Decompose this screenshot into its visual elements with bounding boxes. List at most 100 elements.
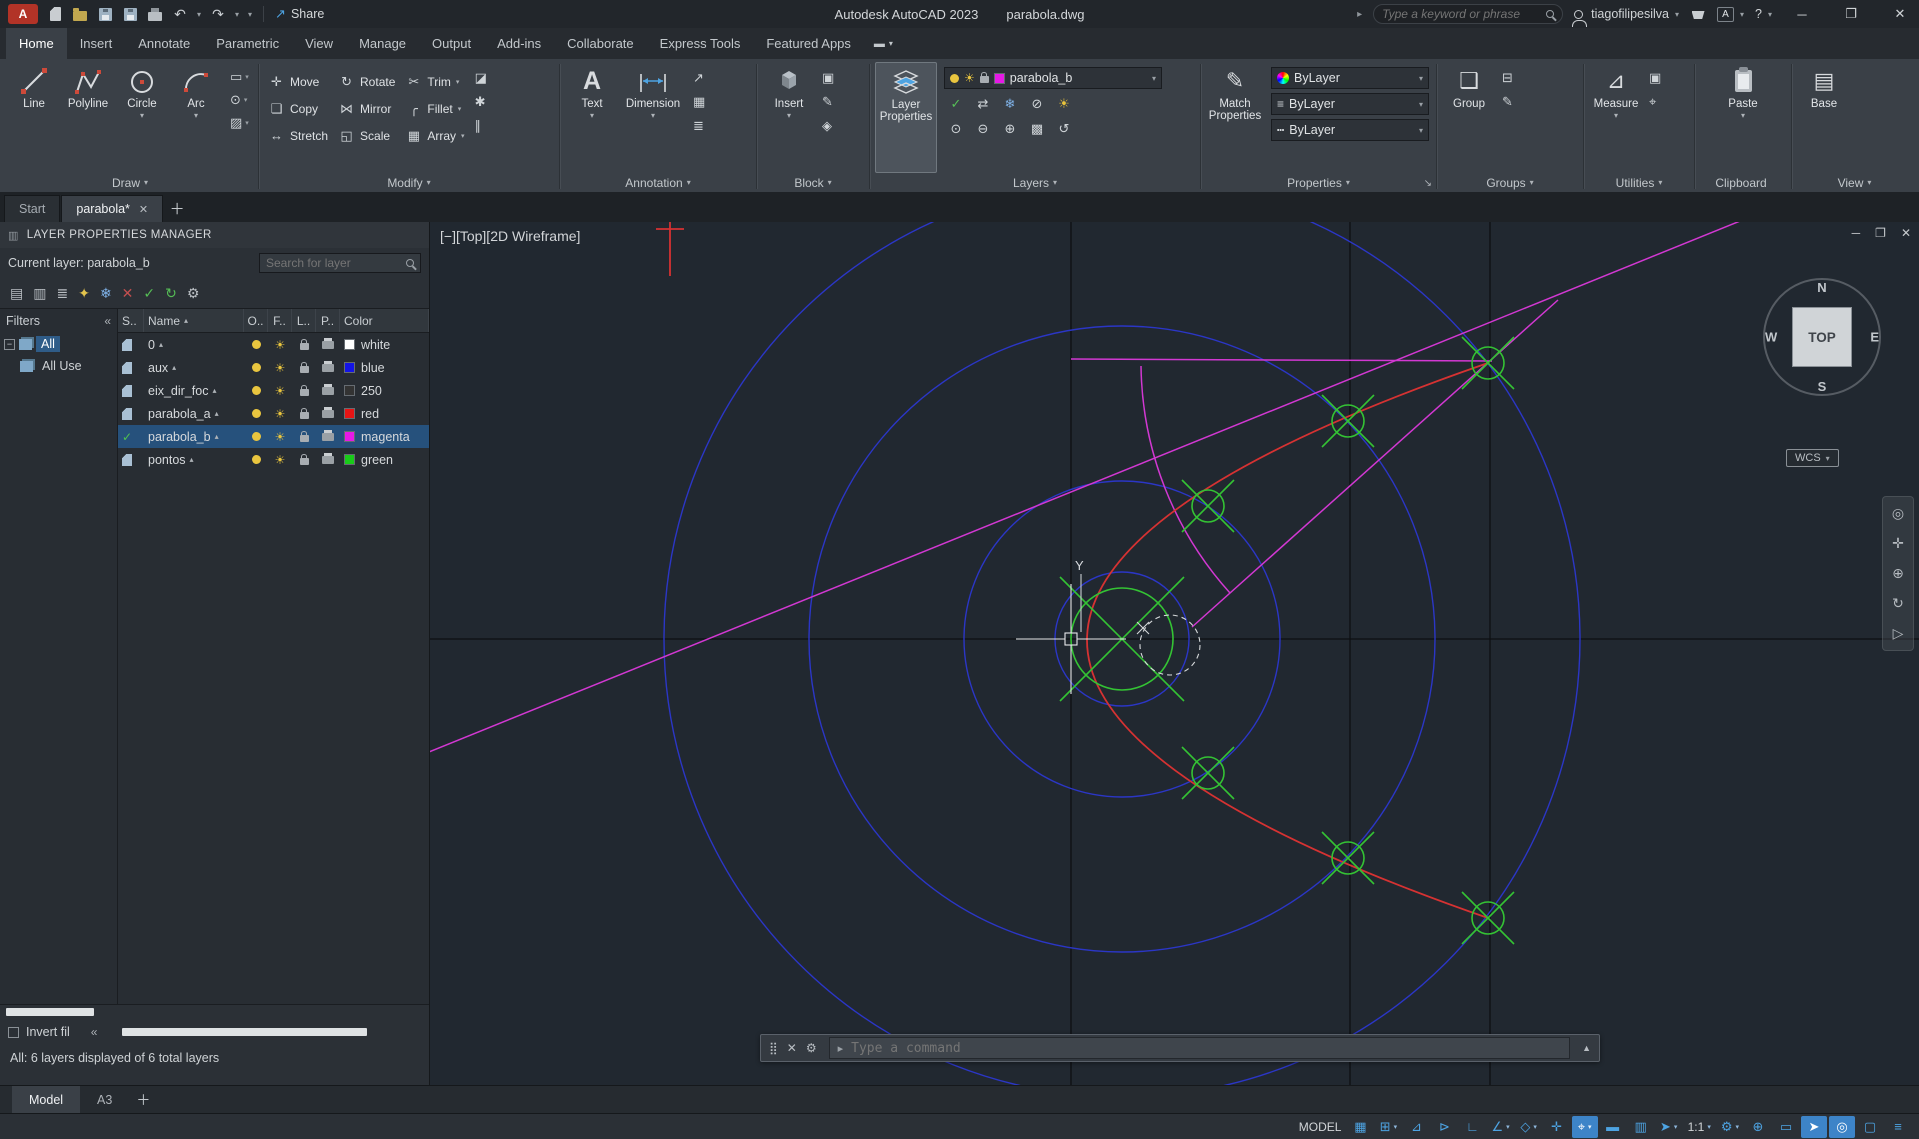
viewport-restore-icon[interactable]: ❐ — [1875, 226, 1886, 240]
match-layer-button[interactable]: ⇄ — [971, 93, 995, 114]
tab-output[interactable]: Output — [419, 28, 484, 59]
layer-plot-icon[interactable] — [322, 337, 334, 349]
isolate-layer-button[interactable]: ⊙ — [944, 118, 968, 139]
tab-add-ins[interactable]: Add-ins — [484, 28, 554, 59]
group-edit-button[interactable]: ✎ — [1502, 94, 1513, 110]
viewcube-west[interactable]: W — [1765, 330, 1777, 345]
layer-plot-icon[interactable] — [322, 383, 334, 395]
isolate-objects-button[interactable]: ◎ — [1829, 1115, 1855, 1138]
explode-button[interactable]: ✱ — [475, 94, 487, 110]
offset-button[interactable]: ∥ — [475, 118, 487, 134]
array-button[interactable]: ▦ Array ▾ — [401, 122, 468, 149]
set-current-layer-icon[interactable]: ✓ — [143, 285, 155, 302]
utilities-panel-label[interactable]: Utilities — [1584, 173, 1694, 192]
layer-on-icon[interactable] — [251, 455, 261, 464]
layer-lock-icon[interactable] — [299, 338, 309, 350]
arc-button[interactable]: Arc — [169, 62, 223, 173]
base-view-button[interactable]: ▤ Base — [1797, 62, 1851, 173]
text-style-button[interactable]: ≣ — [693, 118, 705, 134]
dimension-button[interactable]: Dimension — [619, 62, 687, 173]
mirror-button[interactable]: ⋈ Mirror — [334, 95, 399, 122]
collapse-invert-icon[interactable]: « — [91, 1025, 98, 1039]
layer-freeze-icon[interactable] — [275, 407, 286, 421]
save-icon[interactable] — [97, 5, 113, 23]
text-button[interactable]: A Text — [565, 62, 619, 173]
delete-layer-icon[interactable]: ✕ — [122, 285, 134, 302]
command-line-dock[interactable]: ⣿ ✕ ⚙ ▸ ▲ — [760, 1034, 1600, 1062]
minimize-button[interactable]: ─ — [1783, 0, 1821, 28]
rectangle-tool-button[interactable]: ▭ ▾ — [230, 69, 249, 85]
tree-expander-icon[interactable]: − — [4, 338, 15, 350]
layers-panel-label[interactable]: Layers — [870, 173, 1200, 192]
block-panel-label[interactable]: Block — [757, 173, 869, 192]
clean-screen-toggle[interactable]: ▢ — [1857, 1116, 1883, 1138]
layer-lock-icon[interactable] — [299, 407, 309, 419]
leader-button[interactable]: ↗ — [693, 70, 705, 86]
filters-h-scrollbar[interactable] — [6, 1008, 94, 1016]
layer-freeze-icon[interactable] — [275, 384, 286, 398]
model-tab[interactable]: Model — [12, 1085, 81, 1114]
ellipse-tool-button[interactable]: ⊙ ▾ — [230, 92, 249, 108]
undo-caret-icon[interactable]: ▾ — [197, 10, 201, 19]
layer-on-icon[interactable] — [251, 432, 261, 441]
new-vp-frozen-layer-icon[interactable]: ❄ — [100, 285, 112, 302]
viewcube-north[interactable]: N — [1817, 280, 1826, 295]
view-panel-label[interactable]: View — [1792, 173, 1917, 192]
annotation-panel-label[interactable]: Annotation — [560, 173, 756, 192]
new-property-filter-icon[interactable]: ▤ — [10, 285, 23, 302]
keyword-search-input[interactable] — [1382, 7, 1541, 21]
layer-freeze-icon[interactable] — [275, 361, 286, 375]
tab-collaborate[interactable]: Collaborate — [554, 28, 647, 59]
ungroup-button[interactable]: ⊟ — [1502, 70, 1513, 86]
help-button[interactable]: ? ▾ — [1755, 7, 1772, 21]
layer-color-cell[interactable]: magenta — [340, 430, 429, 444]
modify-panel-label[interactable]: Modify — [259, 173, 559, 192]
layer-on-icon[interactable] — [251, 386, 261, 395]
layer-lock-icon[interactable] — [299, 384, 309, 396]
new-group-filter-icon[interactable]: ▥ — [33, 285, 46, 302]
viewcube-top-face[interactable]: TOP — [1792, 307, 1852, 367]
unisolate-layer-button[interactable]: ⊖ — [971, 118, 995, 139]
tab-home[interactable]: Home — [6, 28, 67, 59]
quick-select-button[interactable]: ▣ — [1649, 70, 1661, 86]
groups-panel-label[interactable]: Groups — [1437, 173, 1583, 192]
pontos[interactable]: ✓ pontos green — [118, 448, 429, 471]
aux[interactable]: ✓ aux blue — [118, 356, 429, 379]
infer-constraints-toggle[interactable]: ⊿ — [1403, 1116, 1429, 1138]
layer-lock-icon[interactable] — [299, 361, 309, 373]
transparency-toggle[interactable]: ▥ — [1628, 1116, 1654, 1138]
osnap-tracking-toggle[interactable]: ✛ — [1544, 1116, 1570, 1138]
command-history-icon[interactable]: ▲ — [1574, 1043, 1599, 1053]
cart-icon[interactable] — [1690, 5, 1706, 23]
layer-states-manager-icon[interactable]: ≣ — [56, 285, 68, 302]
layer-lock-icon[interactable] — [299, 430, 309, 442]
layer-on-icon[interactable] — [251, 409, 261, 418]
annotation-monitor-toggle[interactable]: ⊕ — [1745, 1116, 1771, 1138]
layer-color-cell[interactable]: 250 — [340, 384, 429, 398]
lineweight-toggle[interactable]: ▬ — [1600, 1116, 1626, 1138]
collapse-filters-icon[interactable]: « — [104, 314, 111, 328]
trim-button[interactable]: ✂ Trim ▾ — [401, 68, 468, 95]
viewport-controls-label[interactable]: [−][Top][2D Wireframe] — [440, 228, 580, 244]
copy-button[interactable]: ❏ Copy — [264, 95, 332, 122]
plot-icon[interactable] — [147, 5, 163, 23]
layer-combo[interactable]: parabola_b ▾ — [944, 67, 1162, 89]
clipboard-panel-label[interactable]: Clipboard — [1695, 173, 1791, 192]
measure-button[interactable]: ⊿ Measure — [1589, 62, 1643, 173]
undo-icon[interactable]: ↶ — [172, 5, 188, 23]
open-file-icon[interactable] — [72, 5, 88, 23]
autodesk-app-button[interactable]: A ▾ — [1717, 6, 1744, 22]
document-tab[interactable]: parabola* ✕ — [61, 195, 164, 222]
recent-commands-icon[interactable]: ▸ — [838, 1042, 844, 1055]
autocad-logo-icon[interactable]: A — [8, 4, 38, 24]
id-point-button[interactable]: ⌖ — [1649, 94, 1661, 110]
layer-color-cell[interactable]: blue — [340, 361, 429, 375]
0[interactable]: ✓ 0 white — [118, 333, 429, 356]
stretch-button[interactable]: ↔ Stretch — [264, 122, 332, 149]
layer-on-icon[interactable] — [251, 340, 261, 349]
layer-color-cell[interactable]: white — [340, 338, 429, 352]
refresh-icon[interactable]: ↻ — [165, 285, 177, 302]
table-button[interactable]: ▦ — [693, 94, 705, 110]
layer-freeze-icon[interactable] — [275, 338, 286, 352]
invert-filter-checkbox[interactable] — [8, 1026, 19, 1038]
